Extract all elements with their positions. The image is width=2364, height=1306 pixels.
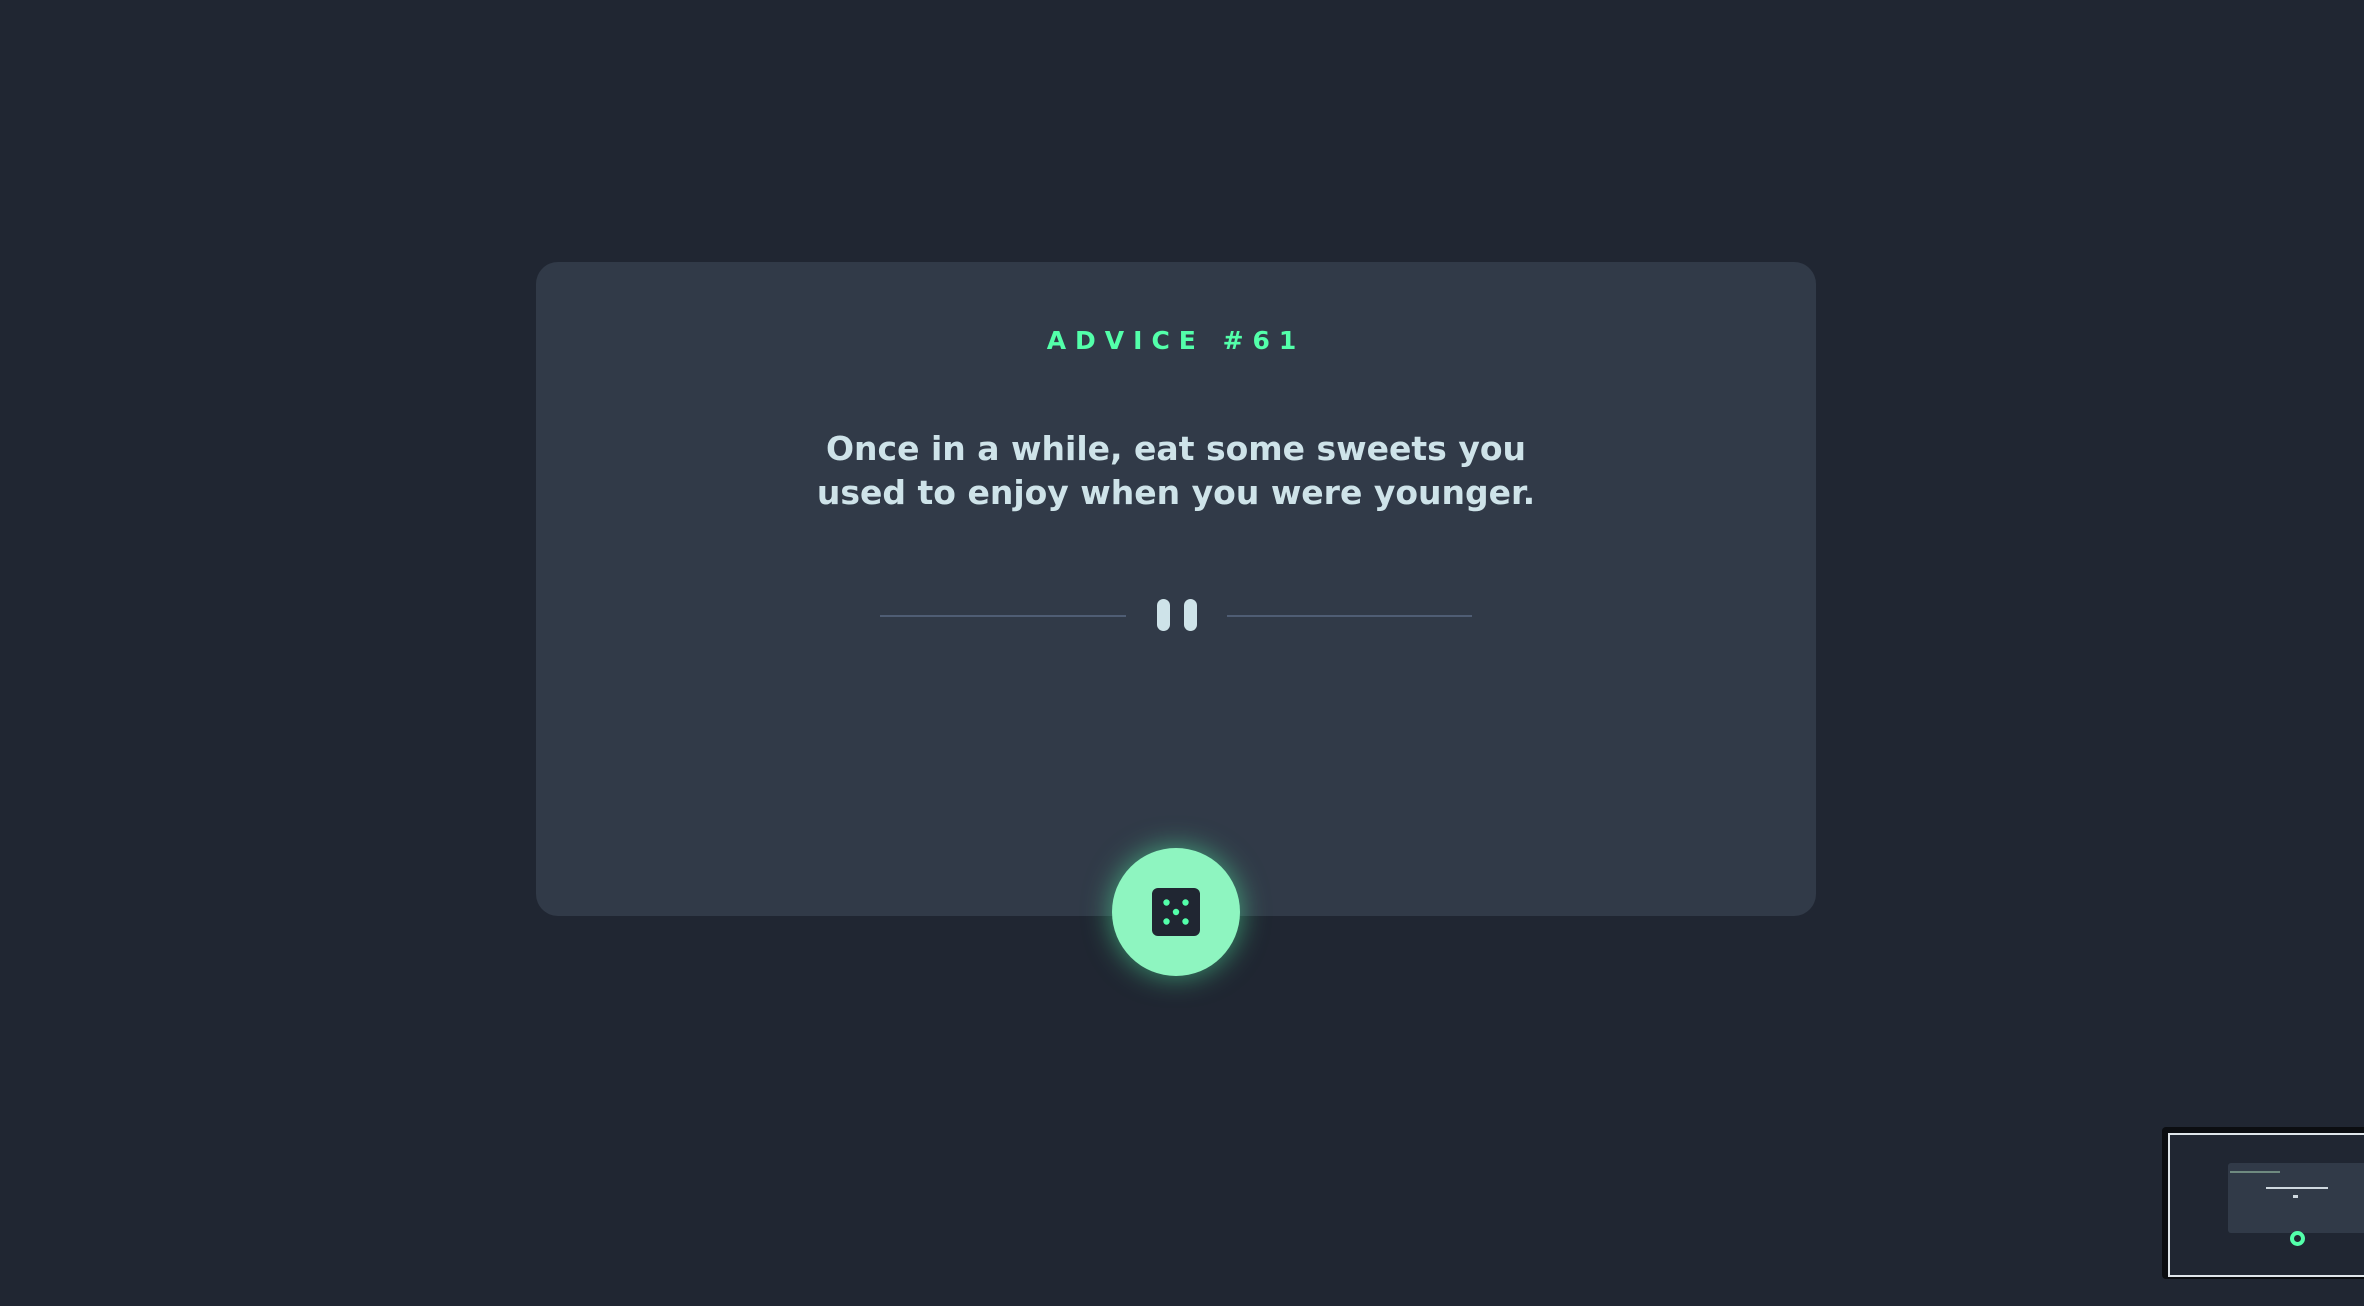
pause-icon (1157, 599, 1197, 631)
advice-card (536, 262, 1816, 916)
dice-icon (1152, 888, 1200, 936)
preview-button (2290, 1231, 2305, 1246)
preview-card (2228, 1163, 2364, 1233)
advice-page: ADVICE #61 Once in a while, eat some swe… (0, 0, 2364, 1306)
pattern-divider (880, 595, 1472, 635)
preview-text-line (2266, 1187, 2328, 1189)
advice-id-label: ADVICE #61 (1046, 326, 1306, 355)
divider-line-left (880, 615, 1126, 617)
preview-title-line (2230, 1171, 2280, 1173)
divider-line-right (1227, 615, 1472, 617)
advice-quote: Once in a while, eat some sweets you use… (816, 429, 1536, 512)
generate-advice-button[interactable] (1112, 848, 1240, 976)
preview-frame (2168, 1133, 2364, 1277)
preview-divider (2293, 1195, 2298, 1198)
preview-thumbnail[interactable] (2162, 1127, 2364, 1279)
